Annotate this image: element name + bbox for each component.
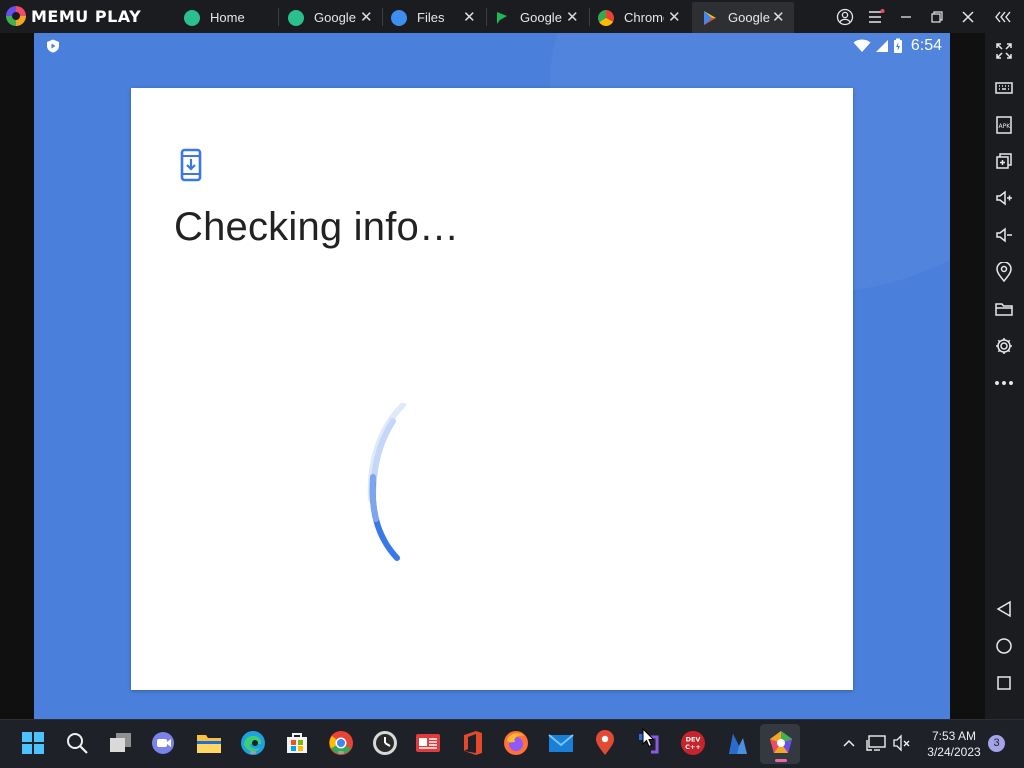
loading-spinner [367,403,406,561]
minimize-icon[interactable] [891,0,921,33]
chrome-icon [598,9,614,26]
tab-close-icon[interactable]: ✕ [772,8,785,26]
tab-google-play-active[interactable]: Google ✕ [692,2,794,33]
show-hidden-icons-icon[interactable] [836,730,862,756]
svg-text:C++: C++ [685,743,701,751]
memu-icon[interactable] [768,730,794,762]
mouse-cursor-icon [642,728,654,748]
right-frame [950,33,985,719]
firefox-icon[interactable] [503,730,529,756]
folder-icon[interactable] [993,298,1015,320]
phone-download-icon [180,148,202,182]
task-view-icon[interactable] [108,730,134,756]
devcpp-icon[interactable]: DEV C++ [680,730,706,756]
tab-label: Home [210,10,245,25]
close-icon[interactable] [953,0,983,33]
tab-label: Chrome [624,10,664,25]
edge-icon[interactable] [240,730,266,756]
memu-logo-icon [6,6,26,26]
android-screen: 6:54 Checking info… [34,33,950,719]
tab-close-icon[interactable]: ✕ [566,8,579,26]
collapse-sidebar-icon[interactable] [989,0,1019,33]
google-play-icon [702,10,718,26]
emulator-title-bar: MEMU PLAY Home Google ✕ Files ✕ Google ✕… [0,0,1024,33]
tab-files[interactable]: Files ✕ [391,2,483,33]
memu-home-icon [288,9,304,26]
multi-instance-icon[interactable] [993,150,1015,172]
news-icon[interactable] [415,730,441,756]
home-icon[interactable] [993,635,1015,657]
back-icon[interactable] [993,598,1015,620]
tab-google-1[interactable]: Google ✕ [288,2,380,33]
clock-app-icon[interactable] [372,730,398,756]
left-frame [0,33,34,719]
volume-up-icon[interactable] [993,187,1015,209]
clock-time: 7:53 AM [931,729,977,743]
dialog-title: Checking info… [174,205,460,249]
file-explorer-icon[interactable] [196,730,222,756]
microsoft-store-icon[interactable] [284,730,310,756]
memu-logo: MEMU PLAY [6,6,141,26]
location-icon[interactable] [993,261,1015,283]
tab-close-icon[interactable]: ✕ [463,8,476,26]
account-icon[interactable] [830,0,860,33]
memu-home-icon [184,9,200,26]
maps-icon[interactable] [592,730,618,756]
battery-charging-icon [893,38,902,53]
emulator-sidebar: APK [985,33,1024,719]
office-icon[interactable] [460,730,486,756]
tab-label: Google [520,10,562,25]
status-time: 6:54 [910,37,942,54]
tab-label: Files [417,10,445,25]
search-icon[interactable] [64,730,90,756]
files-icon [391,9,407,26]
network-icon[interactable] [864,730,890,756]
windows-start-icon[interactable] [20,730,46,756]
signal-icon [875,40,888,52]
wifi-icon [853,39,871,52]
more-icon[interactable] [993,372,1015,394]
clock-date: 3/24/2023 [927,745,981,759]
status-bar: 6:54 [853,35,942,57]
teams-chat-icon[interactable] [151,730,177,756]
tab-home[interactable]: Home [184,2,276,33]
settings-icon[interactable] [993,335,1015,357]
app-name: MEMU PLAY [31,6,142,26]
chrome-icon[interactable] [328,730,354,756]
tab-label: Google [314,10,356,25]
google-play-games-icon [494,10,510,26]
volume-down-icon[interactable] [993,224,1015,246]
tab-label: Google [728,10,770,25]
volume-muted-icon[interactable] [889,730,915,756]
svg-text:APK: APK [999,123,1012,130]
mail-icon[interactable] [548,730,574,756]
play-protect-shield-icon [47,39,59,53]
notification-badge[interactable]: 3 [988,735,1005,752]
apk-icon[interactable]: APK [993,114,1015,136]
checking-info-dialog: Checking info… [131,88,853,690]
menu-icon[interactable] [861,0,891,33]
fullscreen-icon[interactable] [993,40,1015,62]
tab-google-2[interactable]: Google ✕ [494,2,586,33]
keyboard-icon[interactable] [993,77,1015,99]
bluestacks-icon[interactable] [724,730,750,756]
tab-close-icon[interactable]: ✕ [668,8,681,26]
tab-close-icon[interactable]: ✕ [360,8,373,26]
taskbar-clock[interactable]: 7:53 AM 3/24/2023 [918,728,990,760]
recents-icon[interactable] [993,672,1015,694]
tab-chrome[interactable]: Chrome ✕ [598,2,688,33]
restore-icon[interactable] [922,0,952,33]
windows-taskbar: DEV C++ 7:53 AM 3/24/2023 3 [0,719,1024,768]
